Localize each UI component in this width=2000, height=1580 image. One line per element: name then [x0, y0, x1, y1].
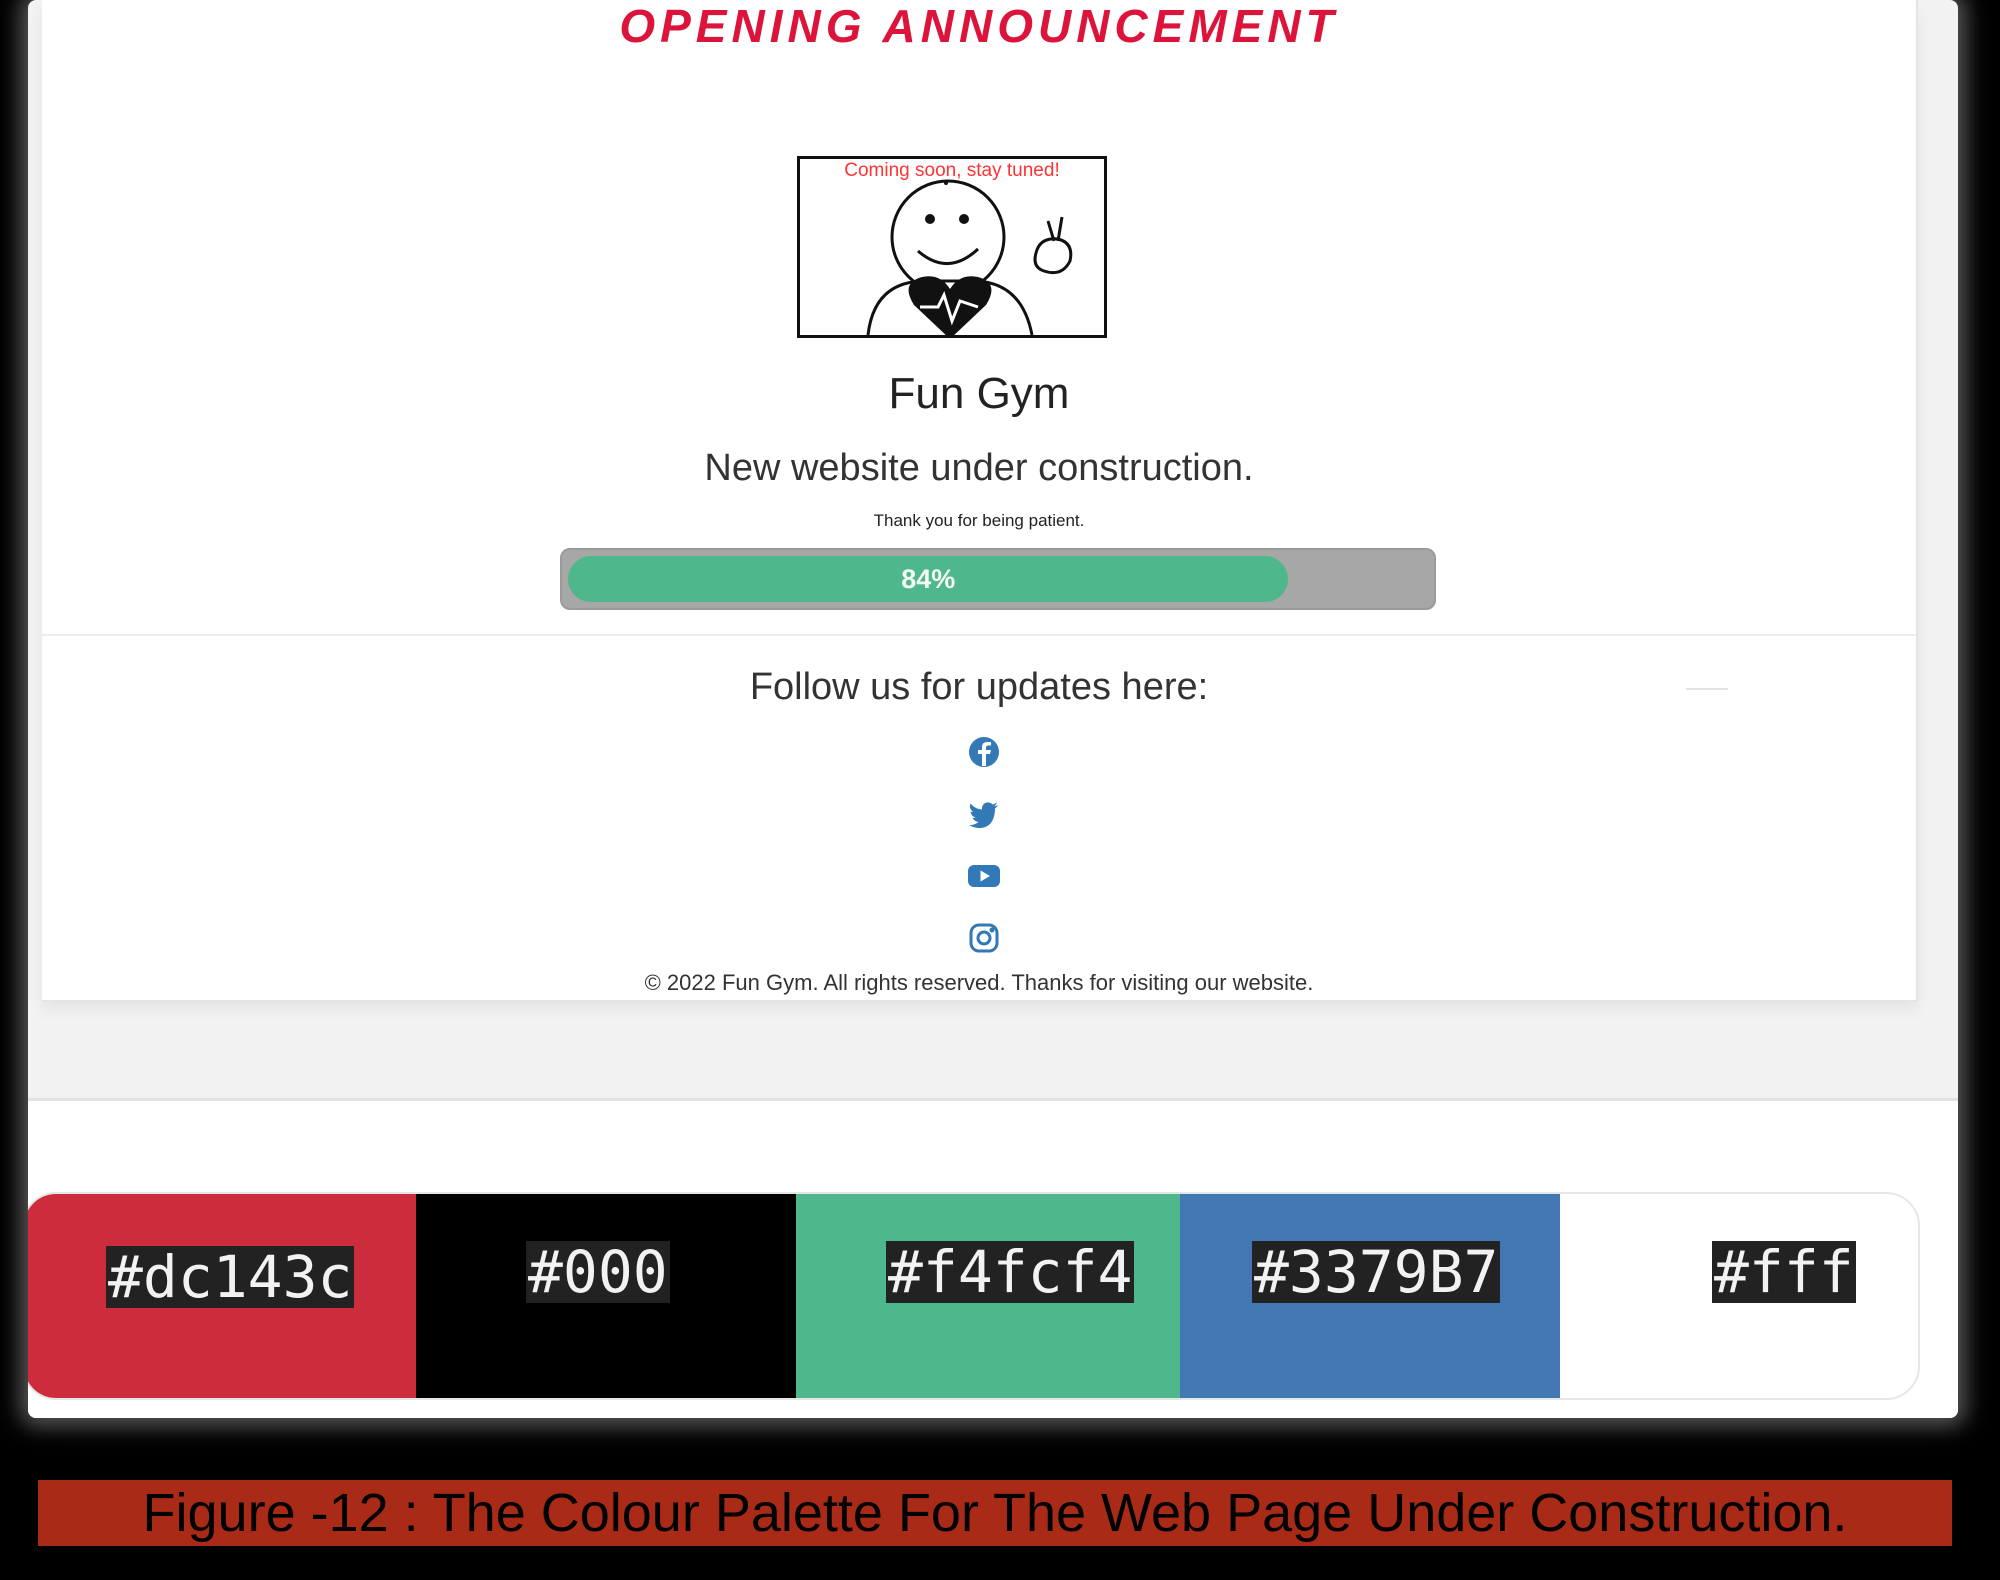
hero-image: Coming soon, stay tuned!: [797, 156, 1107, 338]
color-palette: #dc143c #000 #f4fcf4 #3379B7 #fff: [28, 1192, 1920, 1400]
facebook-icon[interactable]: [967, 735, 1001, 769]
announcement-title: OPENING ANNOUNCEMENT: [619, 0, 1339, 52]
swatch-green: #f4fcf4: [796, 1194, 1180, 1398]
footer-copyright: © 2022 Fun Gym. All rights reserved. Tha…: [644, 970, 1314, 995]
brand-name: Fun Gym: [888, 369, 1070, 418]
swatch-white: #fff: [1560, 1194, 1918, 1398]
follow-heading: Follow us for updates here:: [749, 666, 1209, 708]
swatch-label: #fff: [1712, 1238, 1856, 1306]
swatch-label: #3379B7: [1252, 1238, 1501, 1306]
swatch-black: #000: [416, 1194, 796, 1398]
progress-bar: 84%: [560, 548, 1436, 610]
smiley-illustration: [866, 179, 1073, 335]
youtube-icon[interactable]: [967, 859, 1001, 893]
construction-headline: New website under construction.: [704, 447, 1254, 489]
twitter-icon[interactable]: [967, 797, 1001, 831]
figure-caption: Figure -12 : The Colour Palette For The …: [142, 1483, 1848, 1543]
swatch-label: #f4fcf4: [886, 1238, 1135, 1306]
section-divider: [42, 634, 1916, 636]
progress-fill: 84%: [568, 556, 1289, 602]
instagram-icon[interactable]: [967, 921, 1001, 955]
patience-note: Thank you for being patient.: [873, 511, 1085, 530]
swatch-label: #dc143c: [106, 1243, 355, 1311]
swatch-label: #000: [526, 1238, 670, 1306]
page-card: OPENING ANNOUNCEMENT Coming soon, stay t…: [42, 0, 1918, 1002]
screenshot-frame: OPENING ANNOUNCEMENT Coming soon, stay t…: [28, 0, 1958, 1418]
swatch-blue: #3379B7: [1180, 1194, 1560, 1398]
swatch-crimson: #dc143c: [28, 1194, 416, 1398]
figure-caption-bar: Figure -12 : The Colour Palette For The …: [38, 1480, 1952, 1546]
